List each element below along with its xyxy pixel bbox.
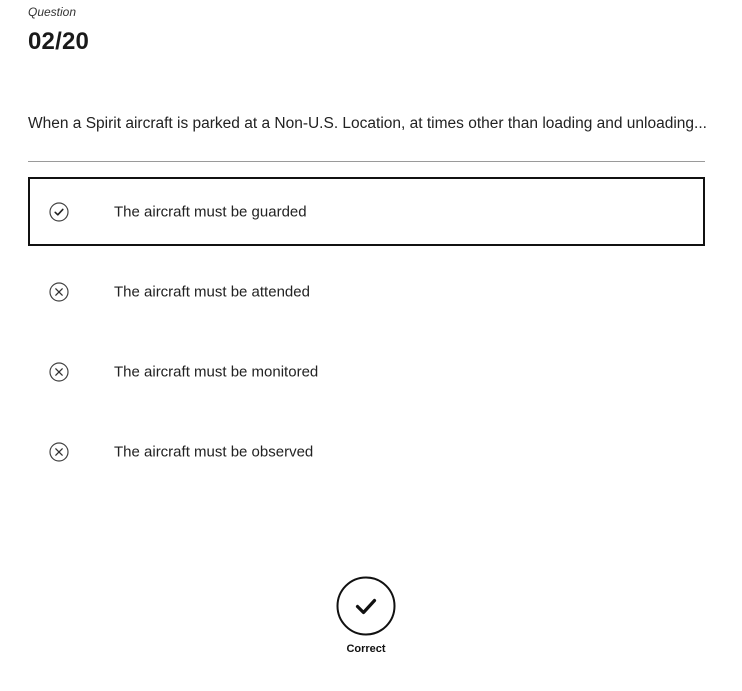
x-circle-icon — [49, 281, 69, 302]
check-circle-icon — [336, 576, 396, 636]
x-circle-icon — [49, 441, 69, 462]
result-label: Correct — [346, 643, 386, 655]
answer-option-3[interactable]: The aircraft must be monitored — [28, 337, 705, 406]
divider — [28, 161, 705, 162]
question-label: Question — [28, 5, 77, 19]
x-circle-icon — [49, 361, 69, 382]
question-number: 02/20 — [28, 28, 90, 55]
answer-option-1[interactable]: The aircraft must be guarded — [28, 177, 705, 246]
answer-option-label: The aircraft must be observed — [114, 443, 314, 460]
check-circle-icon — [49, 201, 69, 222]
answer-option-2[interactable]: The aircraft must be attended — [28, 257, 705, 326]
answer-option-label: The aircraft must be attended — [114, 283, 310, 300]
question-text: When a Spirit aircraft is parked at a No… — [28, 115, 707, 132]
result-indicator: Correct — [335, 576, 397, 655]
answer-option-label: The aircraft must be guarded — [114, 203, 307, 220]
answer-option-label: The aircraft must be monitored — [114, 363, 319, 380]
answer-options: The aircraft must be guarded The aircraf… — [28, 177, 705, 497]
answer-option-4[interactable]: The aircraft must be observed — [28, 417, 705, 486]
